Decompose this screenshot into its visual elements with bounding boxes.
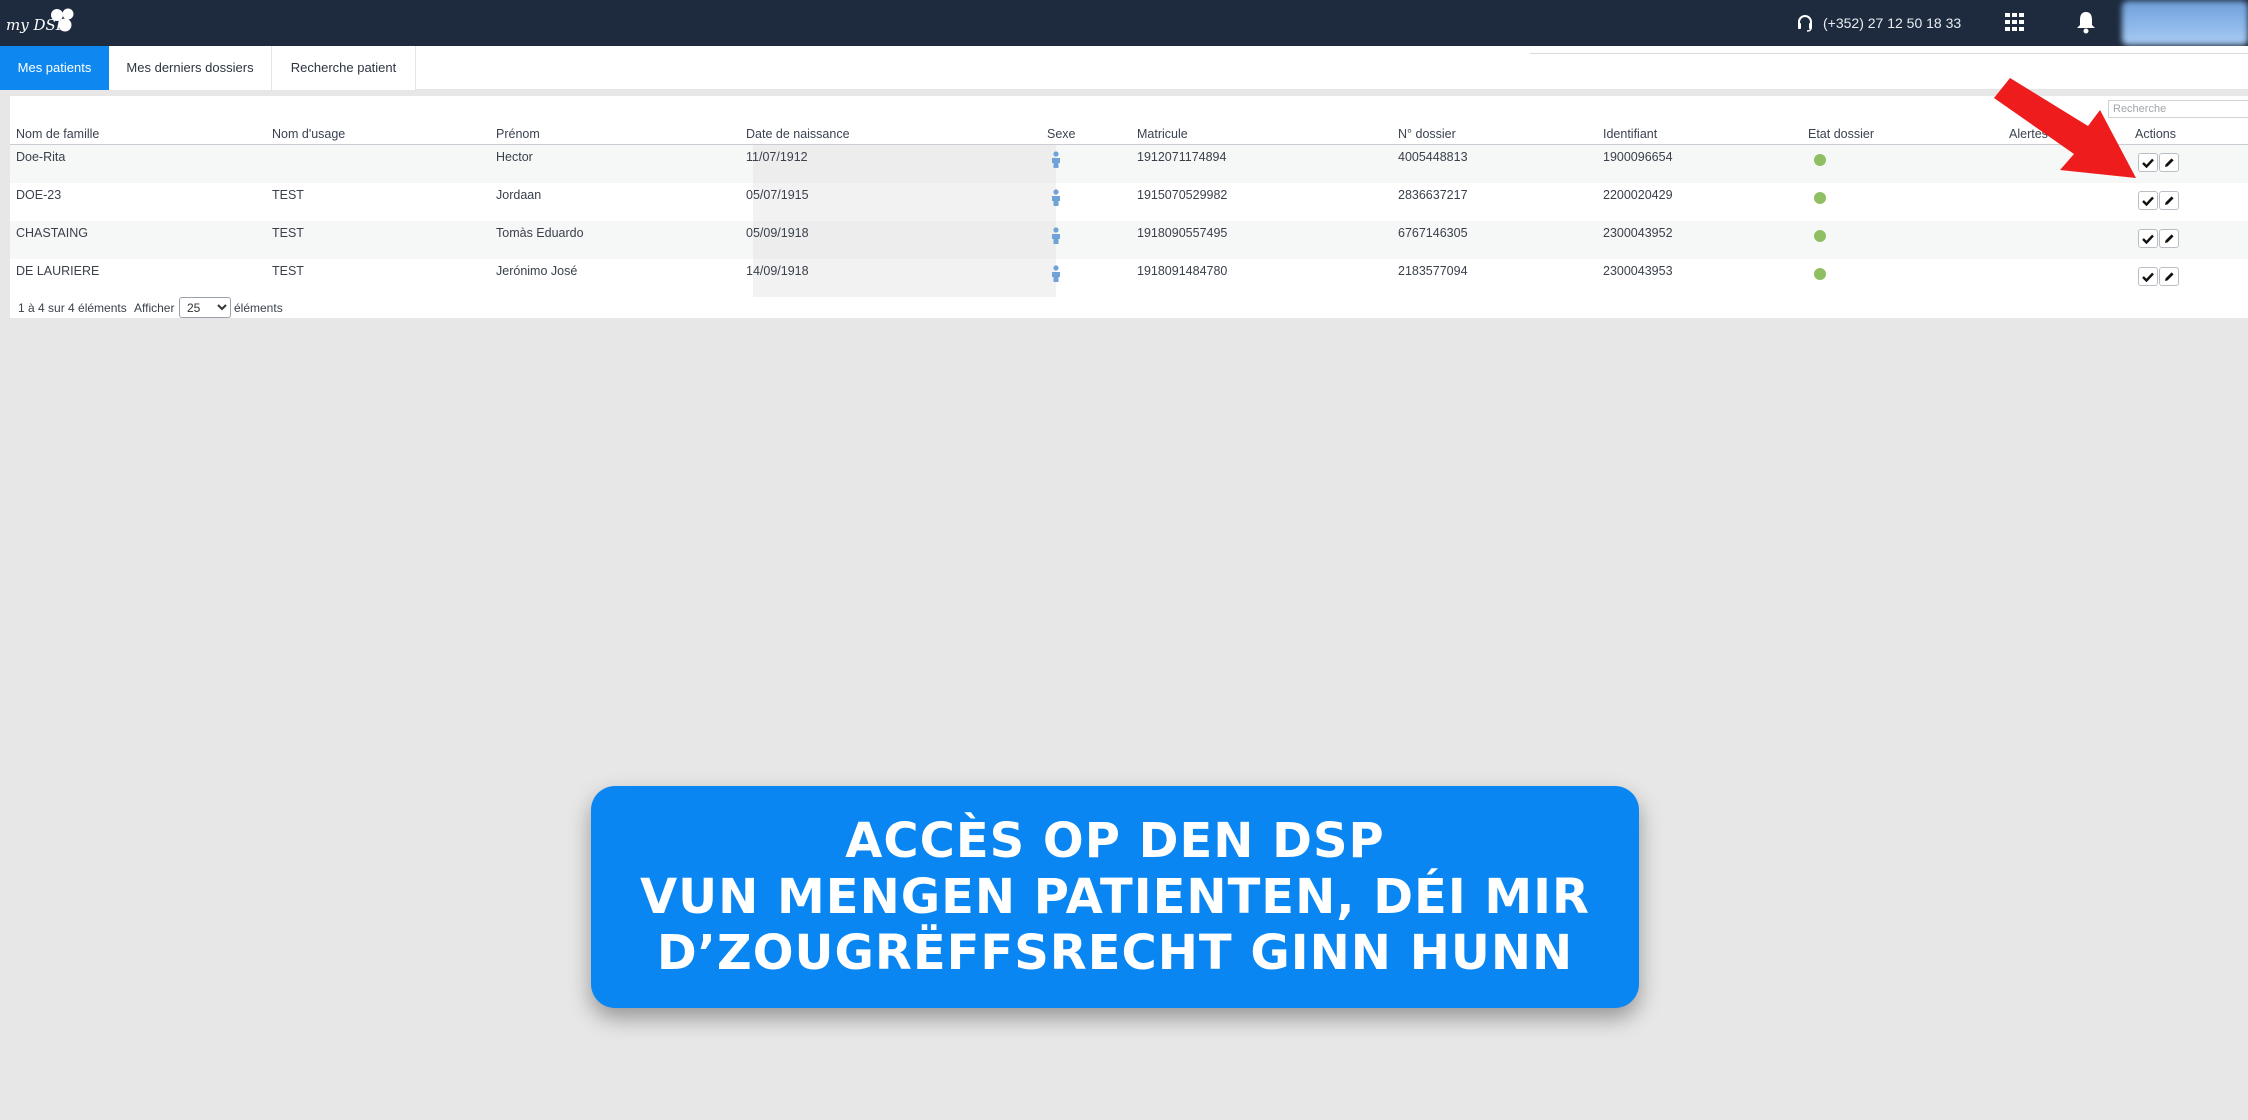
cell-prenom: Jordaan bbox=[496, 188, 542, 202]
cell-nom: DOE-23 bbox=[16, 188, 62, 202]
cell-nom: CHASTAING bbox=[16, 226, 88, 240]
clover-logo-icon bbox=[51, 8, 74, 32]
cell-nom: Doe-Rita bbox=[16, 150, 66, 164]
caption-line-3: D’ZOUGRËFFSRECHT GINN HUNN bbox=[656, 925, 1574, 981]
caption-banner: ACCÈS OP DEN DSP VUN MENGEN PATIENTEN, D… bbox=[591, 786, 1639, 1008]
cell-naissance: 14/09/1918 bbox=[746, 264, 809, 278]
status-dot bbox=[1814, 154, 1826, 166]
cell-matricule: 1912071174894 bbox=[1137, 150, 1227, 164]
mydsp-logo[interactable]: my DSP bbox=[4, 4, 76, 44]
cell-matricule: 1915070529982 bbox=[1137, 188, 1228, 202]
cell-naissance: 05/09/1918 bbox=[746, 226, 809, 240]
male-icon bbox=[1052, 189, 1060, 206]
cell-prenom: Jerónimo José bbox=[496, 264, 578, 278]
column-date-naissance[interactable]: Date de naissance bbox=[746, 127, 850, 141]
male-icon bbox=[1052, 151, 1060, 168]
divider bbox=[1530, 53, 2248, 54]
column-prenom[interactable]: Prénom bbox=[496, 127, 540, 141]
check-icon bbox=[2142, 158, 2154, 168]
cell-prenom: Hector bbox=[496, 150, 533, 164]
apps-grid-button[interactable] bbox=[2004, 12, 2028, 34]
tab-recherche-patient[interactable]: Recherche patient bbox=[272, 46, 416, 90]
cell-naissance: 11/07/1912 bbox=[746, 150, 808, 164]
cell-matricule: 1918090557495 bbox=[1137, 226, 1228, 240]
table-info: 1 à 4 sur 4 éléments bbox=[18, 301, 127, 315]
pencil-icon bbox=[2165, 195, 2174, 205]
grant-access-button[interactable] bbox=[2138, 267, 2158, 286]
cell-identifiant: 2300043952 bbox=[1603, 226, 1673, 240]
cell-usage: TEST bbox=[272, 226, 304, 240]
support-phone[interactable]: (+352) 27 12 50 18 33 bbox=[1796, 11, 1961, 35]
bell-icon bbox=[2077, 12, 2095, 34]
column-etat-dossier[interactable]: Etat dossier bbox=[1808, 127, 1874, 141]
grid-icon bbox=[2005, 13, 2024, 31]
page-size-label: Afficher bbox=[134, 301, 175, 315]
pencil-icon bbox=[2165, 157, 2174, 167]
pencil-icon bbox=[2165, 233, 2174, 243]
table-row[interactable]: CHASTAING TEST Tomàs Eduardo 05/09/1918 … bbox=[10, 221, 2248, 259]
red-arrow-icon bbox=[1994, 78, 2136, 178]
column-nom-famille[interactable]: Nom de famille bbox=[16, 127, 99, 141]
tab-mes-patients[interactable]: Mes patients bbox=[0, 46, 109, 90]
page-size-select[interactable]: 25 bbox=[179, 297, 231, 318]
grant-access-button[interactable] bbox=[2138, 191, 2158, 210]
page-size-suffix: éléments bbox=[234, 301, 283, 315]
table-row[interactable]: DE LAURIERE TEST Jerónimo José 14/09/191… bbox=[10, 259, 2248, 297]
cell-prenom: Tomàs Eduardo bbox=[496, 226, 584, 240]
cell-nom: DE LAURIERE bbox=[16, 264, 100, 278]
cell-dossier: 6767146305 bbox=[1398, 226, 1468, 240]
caption-line-1: ACCÈS OP DEN DSP bbox=[845, 813, 1385, 869]
edit-button[interactable] bbox=[2159, 153, 2179, 172]
table-row[interactable]: Doe-Rita Hector 11/07/1912 1912071174894… bbox=[10, 145, 2248, 183]
edit-button[interactable] bbox=[2159, 267, 2179, 286]
headset-icon bbox=[1798, 15, 1812, 32]
cell-dossier: 2183577094 bbox=[1398, 264, 1468, 278]
column-nom-usage[interactable]: Nom d'usage bbox=[272, 127, 345, 141]
cell-dossier: 4005448813 bbox=[1398, 150, 1468, 164]
phone-number: (+352) 27 12 50 18 33 bbox=[1823, 15, 1962, 31]
cell-dossier: 2836637217 bbox=[1398, 188, 1468, 202]
column-dossier[interactable]: N° dossier bbox=[1398, 127, 1456, 141]
tab-mes-derniers-dossiers[interactable]: Mes derniers dossiers bbox=[109, 46, 272, 90]
column-identifiant[interactable]: Identifiant bbox=[1603, 127, 1657, 141]
cell-identifiant: 2300043953 bbox=[1603, 264, 1673, 278]
grant-access-button[interactable] bbox=[2138, 229, 2158, 248]
check-icon bbox=[2142, 234, 2154, 244]
user-avatar-blurred[interactable] bbox=[2122, 1, 2248, 45]
table-row[interactable]: DOE-23 TEST Jordaan 05/07/1915 191507052… bbox=[10, 183, 2248, 221]
top-navbar: my DSP (+352) 27 12 50 18 33 bbox=[0, 0, 2248, 46]
caption-line-2: VUN MENGEN PATIENTEN, DÉI MIR bbox=[640, 869, 1590, 925]
male-icon bbox=[1052, 265, 1060, 282]
cell-usage: TEST bbox=[272, 188, 304, 202]
table-header: Nom de famille Nom d'usage Prénom Date d… bbox=[10, 126, 2248, 146]
edit-button[interactable] bbox=[2159, 191, 2179, 210]
notifications-button[interactable] bbox=[2074, 9, 2100, 35]
status-dot bbox=[1814, 230, 1826, 242]
cell-identifiant: 1900096654 bbox=[1603, 150, 1673, 164]
cell-naissance: 05/07/1915 bbox=[746, 188, 809, 202]
cell-identifiant: 2200020429 bbox=[1603, 188, 1673, 202]
column-matricule[interactable]: Matricule bbox=[1137, 127, 1188, 141]
column-sexe[interactable]: Sexe bbox=[1047, 127, 1076, 141]
status-dot bbox=[1814, 268, 1826, 280]
check-icon bbox=[2142, 272, 2154, 282]
male-icon bbox=[1052, 227, 1060, 244]
pencil-icon bbox=[2165, 271, 2174, 281]
cell-matricule: 1918091484780 bbox=[1137, 264, 1228, 278]
check-icon bbox=[2142, 196, 2154, 206]
edit-button[interactable] bbox=[2159, 229, 2179, 248]
status-dot bbox=[1814, 192, 1826, 204]
cell-usage: TEST bbox=[272, 264, 304, 278]
